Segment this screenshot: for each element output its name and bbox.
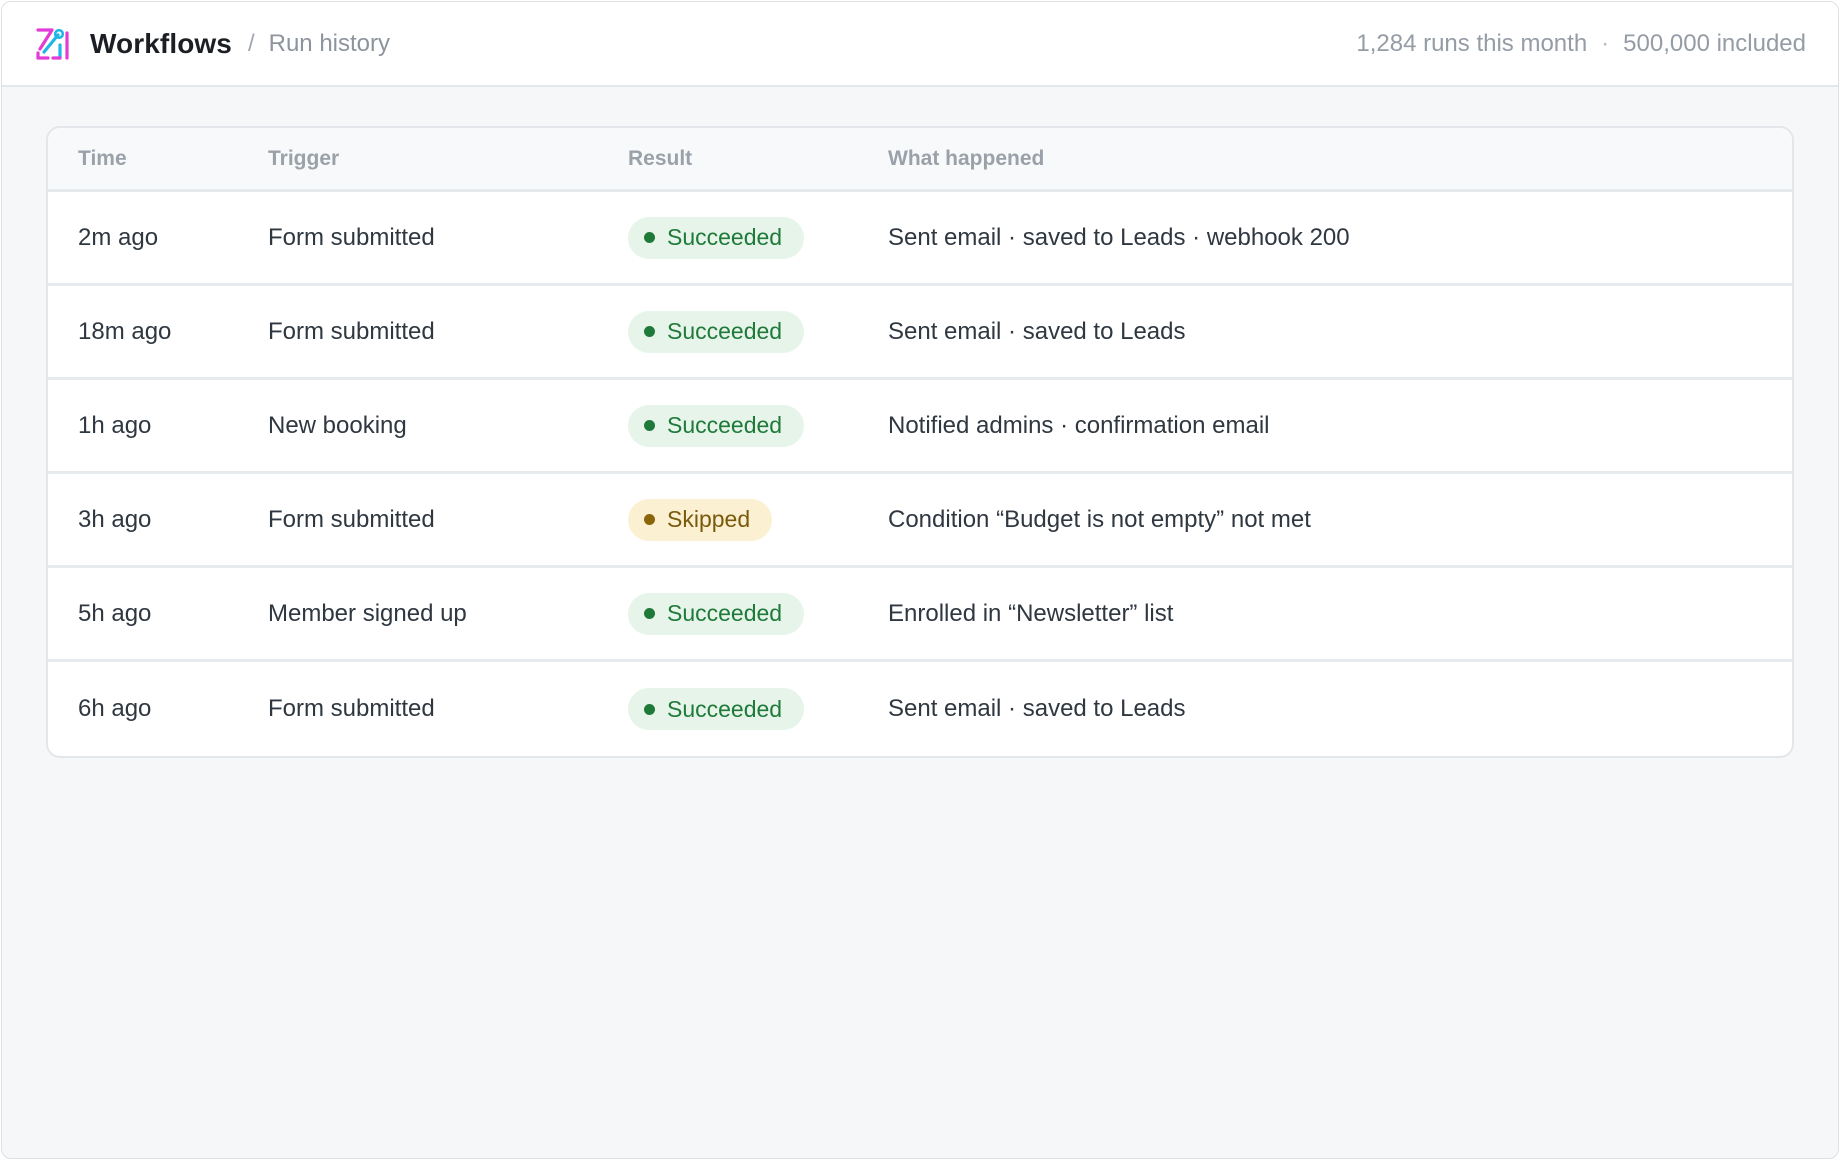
run-summary: Sent email · saved to Leads	[888, 317, 1186, 345]
runs-included: 500,000 included	[1623, 29, 1806, 57]
status-label: Succeeded	[667, 412, 783, 438]
run-time: 18m ago	[78, 317, 172, 345]
app-window: Workflows / Run history 1,284 runs this …	[1, 1, 1839, 1159]
status-badge: Succeeded	[628, 688, 805, 730]
status-dot-icon	[644, 514, 655, 525]
run-summary: Condition “Budget is not empty” not met	[888, 505, 1311, 533]
workflow-logo-icon	[34, 25, 72, 63]
run-time: 6h ago	[78, 695, 152, 722]
column-header-what-happened: What happened	[888, 146, 1045, 170]
status-badge: Succeeded	[628, 216, 805, 259]
status-dot-icon	[644, 608, 655, 619]
column-header-time: Time	[78, 146, 127, 170]
status-badge: Succeeded	[628, 310, 805, 353]
run-summary: Sent email · saved to Leads	[888, 695, 1186, 722]
app-title: Workflows	[90, 27, 232, 59]
status-label: Succeeded	[667, 695, 783, 722]
usage-summary: 1,284 runs this month · 500,000 included	[1356, 30, 1806, 58]
run-summary: Enrolled in “Newsletter” list	[888, 599, 1174, 627]
status-dot-icon	[644, 232, 655, 243]
run-trigger: Form submitted	[268, 695, 435, 722]
table-row[interactable]: 1h ago New booking Succeeded Notified ad…	[48, 380, 1792, 474]
run-time: 1h ago	[78, 411, 152, 439]
table-row[interactable]: 6h ago Form submitted Succeeded Sent ema…	[48, 662, 1792, 756]
status-label: Succeeded	[667, 600, 783, 626]
usage-separator: ·	[1601, 29, 1610, 57]
run-trigger: New booking	[268, 411, 407, 439]
status-badge: Skipped	[628, 498, 773, 541]
run-trigger: Form submitted	[268, 317, 435, 345]
status-badge: Succeeded	[628, 404, 805, 447]
status-label: Succeeded	[667, 224, 783, 250]
run-time: 5h ago	[78, 599, 152, 627]
status-dot-icon	[644, 703, 655, 715]
run-trigger: Form submitted	[268, 223, 435, 251]
status-dot-icon	[644, 420, 655, 431]
run-trigger: Member signed up	[268, 599, 467, 627]
status-label: Skipped	[667, 506, 751, 532]
column-header-result: Result	[628, 146, 693, 170]
breadcrumb-run-history[interactable]: Run history	[269, 30, 390, 58]
top-bar: Workflows / Run history 1,284 runs this …	[2, 2, 1838, 87]
table-row[interactable]: 18m ago Form submitted Succeeded Sent em…	[48, 286, 1792, 380]
status-badge: Succeeded	[628, 592, 805, 635]
table-header: Time Trigger Result What happened	[48, 128, 1792, 192]
runs-this-month: 1,284 runs this month	[1356, 29, 1588, 57]
table-row[interactable]: 3h ago Form submitted Skipped Condition …	[48, 474, 1792, 568]
run-time: 3h ago	[78, 505, 152, 533]
status-dot-icon	[644, 326, 655, 337]
table-row[interactable]: 2m ago Form submitted Succeeded Sent ema…	[48, 192, 1792, 286]
run-summary: Sent email · saved to Leads · webhook 20…	[888, 223, 1350, 251]
breadcrumb-separator: /	[247, 29, 255, 57]
run-trigger: Form submitted	[268, 505, 435, 533]
run-time: 2m ago	[78, 223, 159, 251]
run-history-table: Time Trigger Result What happened 2m ago…	[46, 126, 1794, 758]
run-summary: Notified admins · confirmation email	[888, 411, 1270, 439]
column-header-trigger: Trigger	[268, 146, 340, 170]
status-label: Succeeded	[667, 318, 783, 344]
table-row[interactable]: 5h ago Member signed up Succeeded Enroll…	[48, 568, 1792, 662]
